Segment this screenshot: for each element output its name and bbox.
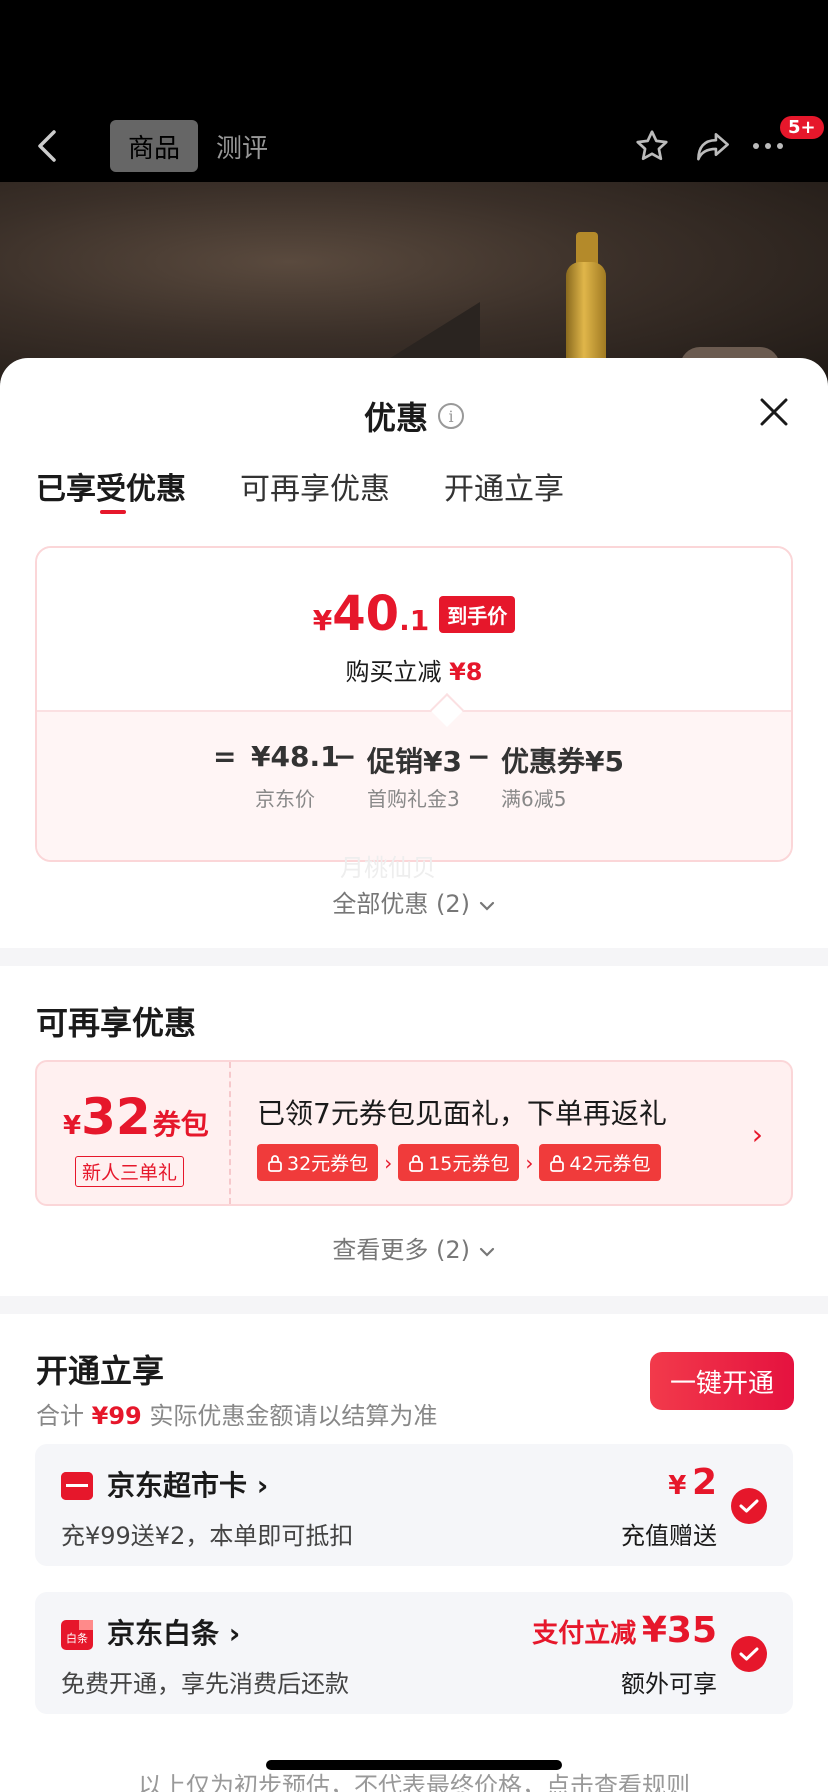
see-more-label: 查看更多 (2) [332, 1236, 470, 1264]
base-price: ¥48.1 [251, 740, 340, 773]
instant-discount: 购买立减 ¥8 [37, 652, 791, 687]
all-discounts-toggle[interactable]: 全部优惠 (2) [0, 884, 828, 919]
checkmark-icon[interactable] [731, 1488, 767, 1524]
svg-text:白条: 白条 [66, 1631, 88, 1645]
more-available-title: 可再享优惠 [36, 1004, 197, 1042]
info-icon[interactable]: i [438, 403, 464, 429]
chevron-right-icon: › [256, 1469, 269, 1502]
minus-sign: − [333, 740, 357, 773]
benefit-baitiao[interactable]: 白条 京东白条 › 免费开通，享先消费后还款 支付立减 ¥35 额外可享 [35, 1592, 793, 1714]
coupon-pack-list: 32元券包 › 15元券包 › 42元券包 [257, 1144, 661, 1181]
chevron-right-icon: › [228, 1617, 241, 1650]
coupon-pack-item: 32元券包 [257, 1144, 379, 1181]
open-enjoy-summary: 合计 ¥99 实际优惠金额请以结算为准 [36, 1402, 438, 1430]
sheet-header: 优惠 i [0, 390, 828, 442]
benefit-name: 京东超市卡 › [107, 1469, 269, 1502]
instant-discount-value: ¥8 [449, 658, 483, 686]
share-icon[interactable] [694, 120, 732, 172]
checkmark-icon[interactable] [731, 1636, 767, 1672]
card-icon [61, 1472, 93, 1500]
product-image [0, 182, 828, 382]
all-discounts-label: 全部优惠 (2) [332, 890, 470, 918]
watermark: 月桃仙贝 [340, 854, 436, 882]
see-more-toggle[interactable]: 查看更多 (2) [0, 1230, 828, 1265]
close-icon [760, 398, 788, 426]
discount-tabs: 已享受优惠 可再享优惠 开通立享 [36, 464, 564, 514]
benefit-subtext: 额外可享 [621, 1670, 717, 1698]
benefit-subtext: 充值赠送 [621, 1522, 717, 1550]
home-indicator[interactable] [266, 1760, 562, 1770]
chevron-right-icon: › [384, 1150, 393, 1175]
promo-label: 首购礼金3 [367, 787, 460, 811]
chevron-down-icon [479, 901, 494, 911]
promo-discount: 促销¥3 [367, 745, 462, 778]
price-formula: = ¥48.1 − 促销¥3 − 优惠券¥5 京东价 首购礼金3 满6减5 [37, 710, 791, 860]
chevron-right-icon: › [525, 1150, 534, 1175]
base-price-label: 京东价 [255, 787, 315, 811]
benefit-supermarket-card[interactable]: 京东超市卡 › 充¥99送¥2，本单即可抵扣 ¥ 2 充值赠送 [35, 1444, 793, 1566]
sheet-title: 优惠 [363, 399, 428, 437]
tab-goods[interactable]: 商品 [110, 120, 198, 172]
tab-open-enjoy[interactable]: 开通立享 [444, 464, 564, 508]
tab-review[interactable]: 测评 [216, 120, 268, 172]
coupon-pack-amount: ¥ 32 券包 [63, 1088, 209, 1146]
benefit-amount: ¥ 2 [668, 1462, 717, 1503]
benefit-name: 京东白条 › [107, 1617, 241, 1650]
open-enjoy-title: 开通立享 [36, 1352, 165, 1390]
lock-icon [409, 1154, 424, 1172]
lock-icon [550, 1154, 565, 1172]
notification-badge: 5+ [778, 114, 826, 141]
benefit-amount: 支付立减 ¥35 [532, 1610, 717, 1651]
newcomer-gift-tag: 新人三单礼 [75, 1156, 185, 1187]
final-price-integer: 40 [332, 586, 400, 642]
baitiao-icon: 白条 [61, 1620, 93, 1650]
favorite-star-icon[interactable] [634, 120, 670, 172]
tab-enjoyed[interactable]: 已享受优惠 [36, 464, 186, 514]
coupon-discount: 优惠券¥5 [501, 745, 624, 778]
final-price-tag: 到手价 [439, 595, 516, 633]
benefit-description: 免费开通，享先消费后还款 [61, 1670, 349, 1698]
benefit-description: 充¥99送¥2，本单即可抵扣 [61, 1522, 354, 1550]
coupon-pack-card[interactable]: ¥ 32 券包 新人三单礼 已领7元券包见面礼，下单再返礼 32元券包 › 15… [35, 1060, 793, 1206]
final-price-decimal: .1 [399, 604, 430, 637]
total-value: ¥99 [91, 1402, 142, 1430]
close-button[interactable] [756, 394, 792, 430]
settlement-note: 实际优惠金额请以结算为准 [149, 1402, 438, 1430]
minus-sign: − [467, 740, 491, 773]
back-icon[interactable] [36, 120, 66, 172]
final-price: ¥ 40 .1 到手价 [37, 586, 791, 642]
coupon-label: 满6减5 [501, 787, 567, 811]
coupon-pack-item: 15元券包 [398, 1144, 520, 1181]
chevron-right-icon: › [751, 1118, 763, 1151]
coupon-pack-item: 42元券包 [539, 1144, 661, 1181]
tab-more-available[interactable]: 可再享优惠 [240, 464, 390, 508]
discount-sheet: 优惠 i 已享受优惠 可再享优惠 开通立享 ¥ 40 .1 到手价 购买立减 ¥… [0, 358, 828, 1792]
lock-icon [268, 1154, 282, 1172]
one-click-open-button[interactable]: 一键开通 [650, 1352, 794, 1410]
price-breakdown-card: ¥ 40 .1 到手价 购买立减 ¥8 = ¥48.1 − 促销¥3 − 优惠券… [35, 546, 793, 862]
coupon-description: 已领7元券包见面礼，下单再返礼 [257, 1097, 667, 1130]
currency-symbol: ¥ [312, 604, 333, 637]
instant-discount-label: 购买立减 [345, 658, 442, 686]
equals-sign: = [213, 740, 237, 773]
chevron-down-icon [479, 1247, 494, 1257]
